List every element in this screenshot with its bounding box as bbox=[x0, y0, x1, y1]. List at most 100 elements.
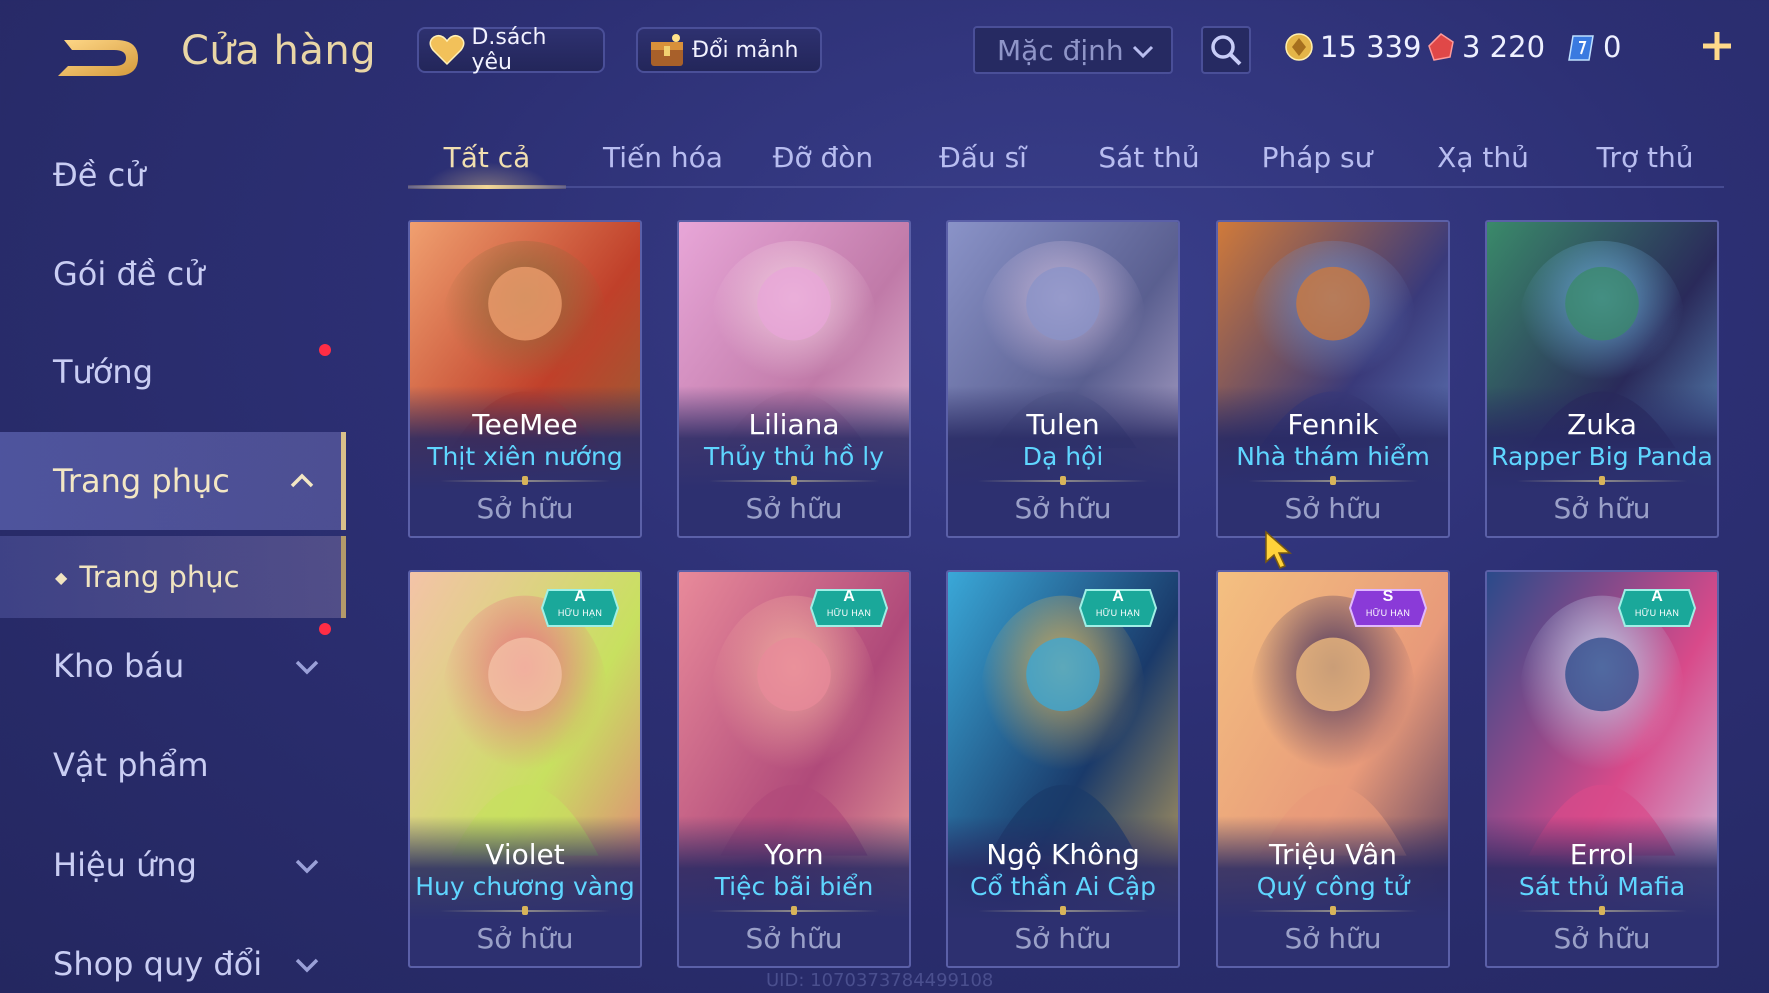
divider bbox=[1517, 480, 1687, 482]
owned-status: Sở hữu bbox=[1553, 492, 1651, 525]
skin-name: Thủy thủ hồ ly bbox=[704, 442, 884, 471]
sidebar-subitem-skins[interactable]: ◆ Trang phục bbox=[0, 536, 346, 618]
sidebar-item-skins[interactable]: Trang phục bbox=[0, 432, 346, 530]
skin-card[interactable]: S HỮU HẠN Triệu Vân Quý công tử Sở hữu bbox=[1216, 570, 1450, 968]
owned-status: Sở hữu bbox=[1014, 492, 1112, 525]
sidebar-item-label: Kho báu bbox=[53, 647, 185, 685]
hero-name: Violet bbox=[485, 838, 565, 871]
mouse-cursor-icon bbox=[1265, 530, 1292, 569]
skin-card[interactable]: Tulen Dạ hội Sở hữu bbox=[946, 220, 1180, 538]
skin-name: Quý công tử bbox=[1256, 872, 1410, 901]
tab-evolution[interactable]: Tiến hóa bbox=[588, 128, 738, 186]
owned-status: Sở hữu bbox=[476, 492, 574, 525]
voucher-amount: 0 bbox=[1603, 30, 1622, 64]
sidebar-item-exchange-shop[interactable]: Shop quy đổi bbox=[0, 922, 346, 993]
skin-name: Tiệc bãi biển bbox=[714, 872, 874, 901]
skin-name: Huy chương vàng bbox=[415, 872, 635, 901]
skin-card[interactable]: Liliana Thủy thủ hồ ly Sở hữu bbox=[677, 220, 911, 538]
owned-status: Sở hữu bbox=[476, 922, 574, 955]
hero-name: Zuka bbox=[1567, 408, 1637, 441]
search-icon bbox=[1211, 35, 1242, 66]
voucher-currency: 0 bbox=[1567, 27, 1621, 67]
skin-name: Rapper Big Panda bbox=[1491, 442, 1713, 471]
hero-name: TeeMee bbox=[472, 408, 578, 441]
skin-card[interactable]: A HỮU HẠN Ngộ Không Cổ thần Ai Cập Sở hữ… bbox=[946, 570, 1180, 968]
tab-marksman[interactable]: Xạ thủ bbox=[1410, 128, 1556, 186]
back-button[interactable] bbox=[54, 30, 144, 82]
sidebar-item-items[interactable]: Vật phẩm bbox=[0, 723, 346, 807]
tier-badge: A HỮU HẠN bbox=[1078, 586, 1158, 630]
category-tabs: Tất cả Tiến hóa Đỡ đòn Đấu sĩ Sát thủ Ph… bbox=[408, 128, 1724, 189]
sidebar: Đề cử Gói đề cử Tướng Trang phục ◆ Trang… bbox=[0, 130, 346, 993]
owned-status: Sở hữu bbox=[1553, 922, 1651, 955]
divider bbox=[1248, 910, 1418, 912]
sidebar-item-bundles[interactable]: Gói đề cử bbox=[0, 232, 346, 356]
page-title: Cửa hàng bbox=[181, 28, 377, 74]
top-up-button[interactable] bbox=[1697, 26, 1737, 66]
top-bar: Cửa hàng D.sách yêu Đổi mảnh Mặc định 15… bbox=[0, 0, 1769, 100]
tab-all[interactable]: Tất cả bbox=[408, 128, 566, 189]
owned-status: Sở hữu bbox=[1284, 492, 1382, 525]
skin-card[interactable]: A HỮU HẠN Yorn Tiệc bãi biển Sở hữu bbox=[677, 570, 911, 968]
tab-fighter[interactable]: Đấu sĩ bbox=[908, 128, 1058, 186]
owned-status: Sở hữu bbox=[1014, 922, 1112, 955]
tier-badge: A HỮU HẠN bbox=[809, 586, 889, 630]
tab-assassin[interactable]: Sát thủ bbox=[1074, 128, 1224, 186]
skin-card[interactable]: TeeMee Thịt xiên nướng Sở hữu bbox=[408, 220, 642, 538]
gold-amount: 15 339 bbox=[1320, 30, 1422, 64]
skin-name: Cổ thần Ai Cập bbox=[969, 872, 1157, 901]
divider bbox=[978, 480, 1148, 482]
sidebar-item-effects[interactable]: Hiệu ứng bbox=[0, 823, 346, 907]
sidebar-item-heroes[interactable]: Tướng bbox=[0, 330, 346, 414]
sidebar-item-recommended[interactable]: Đề cử bbox=[0, 133, 346, 217]
sidebar-item-treasure[interactable]: Kho báu bbox=[0, 624, 346, 708]
tab-tank[interactable]: Đỡ đòn bbox=[748, 128, 898, 186]
fragment-exchange-button[interactable]: Đổi mảnh bbox=[636, 27, 822, 73]
gold-coin-icon bbox=[1285, 33, 1313, 61]
divider bbox=[440, 480, 610, 482]
hero-name: Ngộ Không bbox=[986, 838, 1140, 871]
sidebar-item-label: Tướng bbox=[53, 353, 153, 391]
fragment-exchange-label: Đổi mảnh bbox=[692, 37, 799, 63]
hero-name: Liliana bbox=[748, 408, 840, 441]
owned-status: Sở hữu bbox=[745, 922, 843, 955]
treasure-chest-icon bbox=[648, 31, 686, 69]
sidebar-item-label: Vật phẩm bbox=[53, 746, 209, 784]
tab-support[interactable]: Trợ thủ bbox=[1566, 128, 1724, 186]
owned-status: Sở hữu bbox=[1284, 922, 1382, 955]
skin-card[interactable]: Zuka Rapper Big Panda Sở hữu bbox=[1485, 220, 1719, 538]
hero-name: Fennik bbox=[1287, 408, 1379, 441]
divider bbox=[709, 480, 879, 482]
skin-card[interactable]: A HỮU HẠN Errol Sát thủ Mafia Sở hữu bbox=[1485, 570, 1719, 968]
voucher-icon bbox=[1568, 35, 1594, 61]
ruby-currency: 3 220 bbox=[1426, 27, 1545, 67]
divider bbox=[978, 910, 1148, 912]
skin-card[interactable]: A HỮU HẠN Violet Huy chương vàng Sở hữu bbox=[408, 570, 642, 968]
skin-name: Sát thủ Mafia bbox=[1518, 872, 1686, 901]
skin-name: Dạ hội bbox=[1022, 442, 1104, 471]
divider bbox=[440, 910, 610, 912]
divider bbox=[1517, 910, 1687, 912]
hero-name: Errol bbox=[1569, 838, 1635, 871]
sort-value: Mặc định bbox=[997, 33, 1124, 67]
ruby-icon bbox=[1428, 33, 1454, 61]
sort-dropdown[interactable]: Mặc định bbox=[973, 26, 1173, 74]
sidebar-item-label: Hiệu ứng bbox=[53, 846, 197, 884]
sidebar-item-label: Gói đề cử bbox=[53, 255, 205, 293]
user-id: UID: 1070373784499108 bbox=[766, 970, 994, 991]
favorites-button[interactable]: D.sách yêu bbox=[417, 25, 605, 75]
chevron-down-icon bbox=[1132, 45, 1154, 59]
back-arrow-icon bbox=[58, 40, 138, 76]
sidebar-subitem-label: Trang phục bbox=[79, 560, 240, 594]
gold-currency: 15 339 bbox=[1284, 27, 1421, 67]
skin-card[interactable]: Fennik Nhà thám hiểm Sở hữu bbox=[1216, 220, 1450, 538]
search-button[interactable] bbox=[1201, 26, 1251, 74]
sidebar-item-label: Shop quy đổi bbox=[53, 945, 263, 983]
tier-badge: A HỮU HẠN bbox=[540, 586, 620, 630]
skin-name: Thịt xiên nướng bbox=[427, 442, 623, 471]
heart-icon bbox=[429, 31, 465, 69]
tab-mage[interactable]: Pháp sư bbox=[1234, 128, 1400, 186]
favorites-label: D.sách yêu bbox=[471, 25, 547, 75]
chevron-down-icon bbox=[295, 859, 319, 874]
hero-name: Tulen bbox=[1026, 408, 1100, 441]
